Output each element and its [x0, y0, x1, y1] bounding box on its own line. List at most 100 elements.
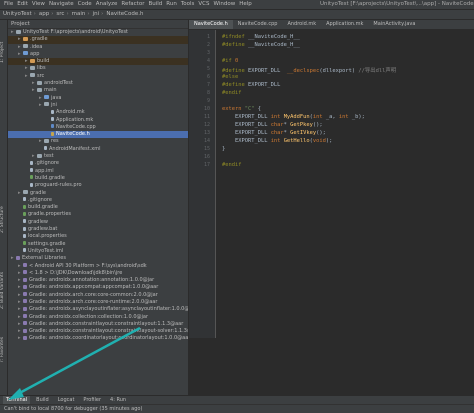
code-line[interactable]: extern "C" { [222, 106, 261, 112]
tree-item[interactable]: gradlew.bat [8, 226, 188, 233]
tree-item[interactable]: ▸ androidTest [8, 80, 188, 87]
breadcrumb-item[interactable]: app [39, 10, 49, 19]
menu-item-navigate[interactable]: Navigate [49, 0, 74, 9]
tree-item[interactable]: Android.mk [8, 109, 188, 116]
code-line[interactable]: #else [222, 74, 238, 80]
breadcrumb-item[interactable]: src [56, 10, 64, 19]
code-line[interactable]: EXPORT_DLL int MyAddFun(int _a, int _b); [222, 114, 365, 120]
tree-item[interactable]: ▸ Gradle: androidx.appcompat:appcompat:1.… [8, 284, 188, 291]
code-line[interactable]: EXPORT_DLL int GetHello(void); [222, 138, 332, 144]
tree-item[interactable]: ▸ test [8, 153, 188, 160]
code-line[interactable]: #ifndef __NaviteCode_H__ [222, 34, 300, 40]
line-number: 17 [203, 162, 210, 168]
tool-window-tab[interactable]: Z: Build Variants [0, 260, 7, 320]
code-line[interactable]: #define EXPORT_DLL __declspec(dllexport)… [222, 66, 396, 74]
tree-item[interactable]: ▸ Gradle: androidx.arch.core:core-runtime… [8, 299, 188, 306]
tree-item[interactable]: ▸ .idea [8, 44, 188, 51]
tree-item[interactable]: NaviteCode.cpp [8, 124, 188, 131]
menu-item-run[interactable]: Run [166, 0, 177, 9]
file-icon [51, 124, 54, 129]
tree-item[interactable]: ▸ main [8, 87, 188, 94]
line-number: 1 [206, 34, 210, 40]
tree-item[interactable]: build.gradle [8, 204, 188, 211]
code-line[interactable]: #endif [222, 162, 241, 168]
folder-icon [16, 29, 21, 34]
code-line[interactable]: #if 0 [222, 58, 238, 64]
editor-tabs: NaviteCode.h NaviteCode.cpp Android.mk Appl… [189, 20, 474, 30]
tree-item[interactable]: ▸ Gradle: androidx.arch.core:core-common:… [8, 292, 188, 299]
menu-item-vcs[interactable]: VCS [198, 0, 209, 9]
code-line[interactable]: } [222, 146, 225, 152]
code-line[interactable]: #define EXPORT_DLL [222, 82, 280, 88]
menu-item-edit[interactable]: Edit [17, 0, 28, 9]
tree-item[interactable]: gradlew [8, 219, 188, 226]
editor-tab[interactable]: Android.mk [282, 20, 321, 29]
tree-item[interactable]: NaviteCode.h [8, 131, 188, 139]
tree-item[interactable]: ▸ External Libraries [8, 255, 188, 262]
tree-item[interactable]: ▸ Gradle: androidx.coordinatorlayout:coor… [8, 335, 188, 342]
menu-item-build[interactable]: Build [148, 0, 162, 9]
tree-item[interactable]: ▸ java [8, 95, 188, 102]
tree-item[interactable]: .gitignore [8, 197, 188, 204]
tree-item[interactable]: UnityoTest.iml [8, 248, 188, 255]
tree-item[interactable]: app.iml [8, 168, 188, 175]
file-icon [30, 182, 33, 187]
tree-item[interactable]: build.gradle [8, 175, 188, 182]
tree-item[interactable]: proguard-rules.pro [8, 182, 188, 189]
breadcrumb-item[interactable]: NaviteCode.h [106, 10, 143, 19]
editor-tab[interactable]: NaviteCode.cpp [233, 20, 283, 29]
project-panel-header[interactable]: Project [8, 20, 188, 29]
tree-item[interactable]: ▸ libs [8, 65, 188, 72]
breadcrumb-item[interactable]: main [72, 10, 86, 19]
tree-item[interactable]: gradle.properties [8, 211, 188, 218]
editor-tab[interactable]: Application.mk [321, 20, 368, 29]
menu-item-refactor[interactable]: Refactor [121, 0, 144, 9]
library-icon [23, 292, 27, 297]
tree-item[interactable]: Application.mk [8, 117, 188, 124]
menu-item-file[interactable]: File [4, 0, 13, 9]
tree-item[interactable]: ▸ .gradle [8, 36, 188, 44]
library-icon [23, 314, 27, 319]
breadcrumb-item[interactable]: UnityoTest [3, 10, 32, 19]
code-line[interactable]: #define __NaviteCode_H__ [222, 42, 300, 48]
tree-item[interactable]: ▸ build [8, 58, 188, 66]
tree-item-label: Gradle: androidx.constraintlayout:constr… [29, 320, 184, 327]
tree-item[interactable]: ▸ UnityoTest F:\aprojects\android\UnityoT… [8, 29, 188, 36]
tool-window-tab[interactable]: 1: Project [0, 22, 7, 82]
code-line[interactable]: #endif [222, 90, 241, 96]
tree-item[interactable]: .gitignore [8, 160, 188, 167]
tree-item[interactable]: ▸ gradle [8, 190, 188, 197]
tool-window-tab[interactable]: 2: Structure [0, 190, 7, 250]
tree-item[interactable]: ▸ res [8, 138, 188, 145]
tree-item[interactable]: ▸ < Android API 30 Platform > F:\sys\andr… [8, 263, 188, 270]
menu-item-help[interactable]: Help [239, 0, 252, 9]
tree-item[interactable]: ▸ < 1.8 > D:\JDK\Download\jdk8\bin\jre [8, 270, 188, 277]
tree-item[interactable]: ▸ jni [8, 102, 188, 109]
menu-item-analyze[interactable]: Analyze [96, 0, 118, 9]
tree-item[interactable]: settings.gradle [8, 241, 188, 248]
tree-item[interactable]: local.properties [8, 233, 188, 240]
menu-item-code[interactable]: Code [78, 0, 92, 9]
tree-item[interactable]: ▸ app [8, 51, 188, 58]
code-editor[interactable]: #ifndef __NaviteCode_H__ #define __Navite… [216, 30, 474, 338]
tree-item[interactable]: ▸ Gradle: androidx.constraintlayout:const… [8, 321, 188, 328]
tree-item[interactable]: ▸ Gradle: androidx.asynclayoutinflater:as… [8, 306, 188, 313]
tree-item[interactable]: ▸ Gradle: androidx.constraintlayout:const… [8, 328, 188, 335]
library-icon [16, 255, 20, 260]
code-line[interactable]: EXPORT_DLL char* GetPkey(); [222, 122, 323, 128]
tree-item[interactable]: AndroidManifest.xml [8, 146, 188, 153]
tree-item[interactable]: ▸ Gradle: androidx.annotation:annotation:… [8, 277, 188, 284]
menu-item-view[interactable]: View [32, 0, 45, 9]
tree-item[interactable]: ▸ Gradle: androidx.collection:collection:… [8, 314, 188, 321]
tool-window-tab[interactable]: 7: Favorites [0, 320, 7, 380]
menu-item-window[interactable]: Window [214, 0, 236, 9]
code-line[interactable]: EXPORT_DLL char* GetIVkey(); [222, 130, 326, 136]
editor-tab[interactable]: NaviteCode.h [189, 20, 233, 29]
line-number: 7 [206, 82, 210, 88]
editor-tab[interactable]: MainActivity.java [368, 20, 420, 29]
editor-scrollbar[interactable] [470, 30, 474, 338]
menu-item-tools[interactable]: Tools [181, 0, 195, 9]
breadcrumb-item[interactable]: jni [93, 10, 100, 19]
tree-item-label: build.gradle [35, 174, 65, 181]
tree-item[interactable]: ▸ src [8, 73, 188, 80]
